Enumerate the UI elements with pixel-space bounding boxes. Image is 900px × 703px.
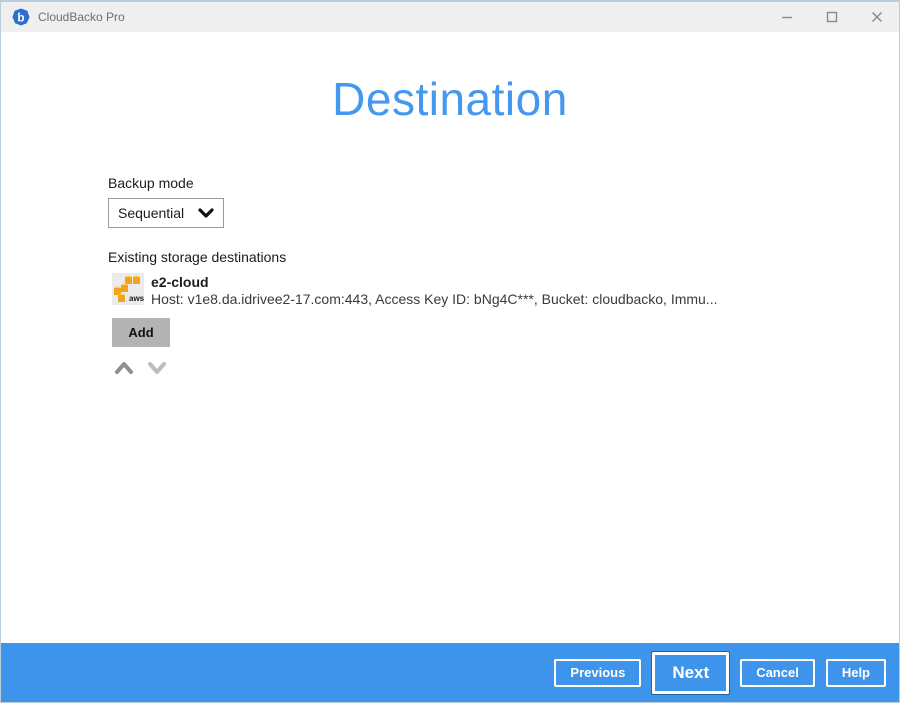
footer-bar: Previous Next Cancel Help — [1, 643, 899, 702]
minimize-icon[interactable] — [764, 2, 809, 32]
svg-text:aws: aws — [129, 294, 144, 303]
next-button[interactable]: Next — [652, 652, 729, 694]
svg-text:b: b — [17, 12, 24, 25]
cancel-button[interactable]: Cancel — [740, 659, 815, 687]
chevron-down-icon[interactable] — [147, 361, 167, 375]
list-item[interactable]: aws e2-cloud Host: v1e8.da.idrivee2-17.c… — [112, 273, 718, 308]
maximize-icon[interactable] — [809, 2, 854, 32]
backup-mode-select[interactable]: Sequential — [108, 198, 224, 228]
titlebar: b CloudBacko Pro — [1, 2, 899, 32]
add-button[interactable]: Add — [112, 318, 170, 347]
backup-mode-label: Backup mode — [108, 175, 194, 191]
existing-destinations-label: Existing storage destinations — [108, 249, 286, 265]
destination-details: Host: v1e8.da.idrivee2-17.com:443, Acces… — [151, 291, 718, 308]
destination-name: e2-cloud — [151, 274, 718, 291]
aws-s3-icon: aws — [112, 273, 144, 305]
window-title: CloudBacko Pro — [38, 10, 125, 24]
previous-button[interactable]: Previous — [554, 659, 641, 687]
window-controls — [764, 2, 899, 32]
reorder-controls — [114, 361, 167, 375]
app-window: b CloudBacko Pro Destination Backup mode… — [0, 0, 900, 703]
destination-text: e2-cloud Host: v1e8.da.idrivee2-17.com:4… — [151, 273, 718, 308]
close-icon[interactable] — [854, 2, 899, 32]
chevron-up-icon[interactable] — [114, 361, 134, 375]
cloudbacko-logo: b — [12, 8, 30, 26]
page-title: Destination — [1, 72, 899, 126]
help-button[interactable]: Help — [826, 659, 886, 687]
chevron-down-icon — [198, 208, 214, 218]
backup-mode-value: Sequential — [118, 205, 198, 221]
